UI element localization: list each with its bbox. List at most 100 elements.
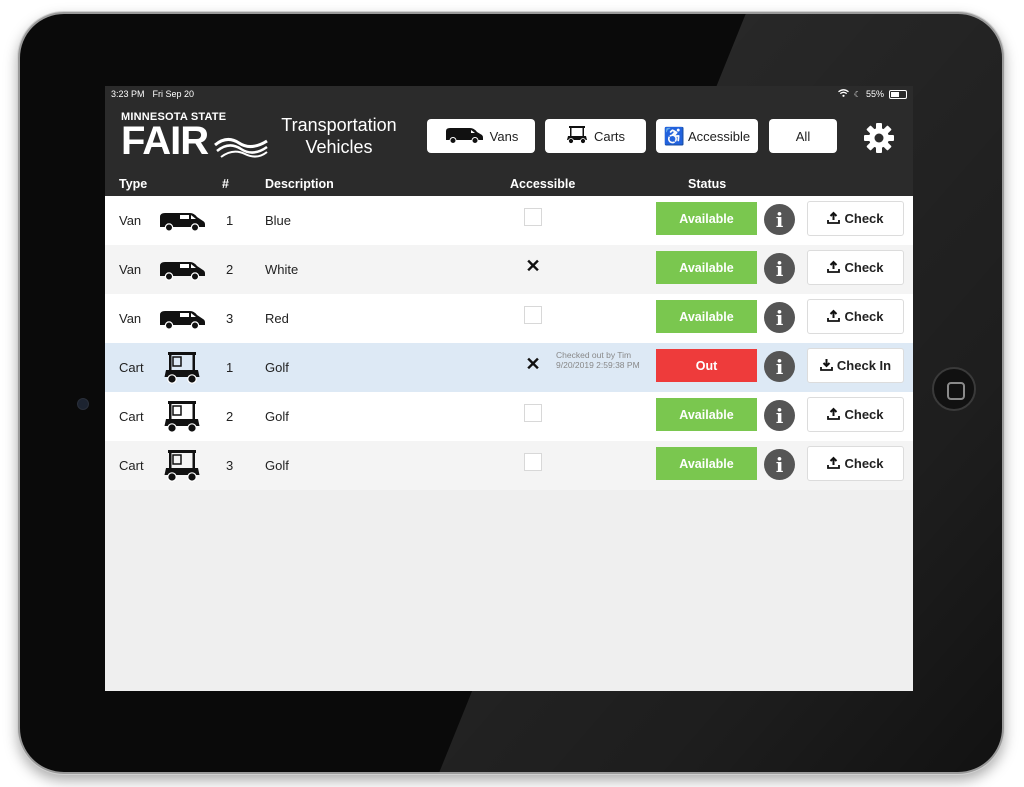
table-row[interactable]: Van 3 Red Available i Check	[105, 294, 913, 343]
status-badge[interactable]: Available	[656, 251, 757, 284]
filter-accessible-label: Accessible	[688, 128, 751, 144]
vehicle-number: 2	[226, 262, 234, 277]
vehicle-type: Cart	[119, 409, 144, 424]
check-out-button[interactable]: Check	[807, 397, 904, 432]
status-badge[interactable]: Available	[656, 202, 757, 235]
van-icon	[444, 126, 484, 147]
vehicle-description: Golf	[265, 360, 289, 375]
filter-vans-label: Vans	[489, 128, 519, 144]
wifi-icon	[837, 89, 849, 99]
logo-flag-swoosh	[214, 138, 268, 158]
van-icon	[158, 294, 206, 343]
upload-icon	[827, 211, 841, 227]
upload-icon	[827, 456, 841, 472]
moon-icon: ☾	[853, 89, 861, 99]
table-row[interactable]: Cart 3 Golf Available i Check	[105, 441, 913, 490]
table-row[interactable]: Cart 2 Golf Available i Check	[105, 392, 913, 441]
vehicle-description: Blue	[265, 213, 292, 228]
action-label: Check	[844, 211, 884, 226]
status-bar: 3:23 PM Fri Sep 20 ☾ 55%	[105, 86, 913, 102]
action-label: Check In	[836, 358, 892, 373]
vehicle-description: White	[265, 262, 299, 277]
check-out-button[interactable]: Check	[807, 446, 904, 481]
golf-cart-icon	[163, 343, 201, 392]
table-row[interactable]: Van 2 White ✕ Available i Check	[105, 245, 913, 294]
accessible-checkbox[interactable]	[524, 453, 542, 471]
vehicle-description: Golf	[265, 458, 289, 473]
action-label: Check	[844, 309, 884, 324]
checkout-note: Checked out by Tim 9/20/2019 2:59:38 PM	[556, 350, 640, 370]
vehicle-type: Van	[119, 311, 142, 326]
filter-carts-button[interactable]: Carts	[545, 119, 646, 153]
golf-cart-icon	[163, 441, 201, 490]
upload-icon	[827, 309, 841, 325]
column-header-number: #	[222, 177, 229, 191]
filter-carts-label: Carts	[593, 128, 626, 144]
info-icon[interactable]: i	[764, 400, 795, 431]
status-badge[interactable]: Available	[656, 398, 757, 431]
logo-line2: FAIR	[121, 119, 209, 163]
gear-icon[interactable]	[863, 122, 895, 154]
action-label: Check	[844, 407, 884, 422]
filter-all-label: All	[795, 128, 811, 144]
vehicle-number: 3	[226, 458, 234, 473]
column-header-description: Description	[265, 177, 334, 191]
status-time: 3:23 PM	[111, 89, 145, 99]
filter-vans-button[interactable]: Vans	[427, 119, 535, 153]
battery-icon	[889, 89, 907, 99]
app-title: Transportation Vehicles	[281, 115, 397, 157]
column-header-status: Status	[688, 177, 727, 191]
status-date: Fri Sep 20	[152, 89, 195, 99]
accessible-checkbox[interactable]	[524, 208, 542, 226]
vehicle-type: Cart	[119, 360, 144, 375]
column-header-type: Type	[119, 177, 148, 191]
filter-all-button[interactable]: All	[769, 119, 837, 153]
action-label: Check	[844, 260, 884, 275]
status-badge[interactable]: Available	[656, 300, 757, 333]
check-in-button[interactable]: Check In	[807, 348, 904, 383]
van-icon	[158, 196, 206, 245]
check-out-button[interactable]: Check	[807, 250, 904, 285]
info-icon[interactable]: i	[764, 204, 795, 235]
vehicle-number: 3	[226, 311, 234, 326]
accessible-checkbox[interactable]	[524, 404, 542, 422]
info-icon[interactable]: i	[764, 253, 795, 284]
van-icon	[158, 245, 206, 294]
filter-accessible-button[interactable]: ♿ Accessible	[656, 119, 758, 153]
battery-percent: 55%	[865, 89, 884, 99]
vehicle-type: Van	[119, 262, 142, 277]
top-bar: 3:23 PM Fri Sep 20 ☾ 55% MINNESOTA STATE…	[105, 86, 913, 196]
table-row[interactable]: Cart 1 Golf ✕ Checked out by Tim 9/20/2019 …	[105, 343, 913, 392]
table-row[interactable]: Van 1 Blue Available i Check	[105, 196, 913, 245]
vehicle-number: 2	[226, 409, 234, 424]
check-out-button[interactable]: Check	[807, 299, 904, 334]
action-label: Check	[844, 456, 884, 471]
table-header: Type # Description Accessible Status	[105, 174, 913, 196]
accessible-checkbox[interactable]	[524, 306, 542, 324]
minnesota-state-fair-logo: MINNESOTA STATE FAIR	[121, 111, 271, 161]
download-icon	[820, 358, 833, 374]
front-camera	[77, 398, 89, 410]
wheelchair-icon: ♿	[663, 126, 686, 146]
vehicle-description: Red	[265, 311, 289, 326]
upload-icon	[827, 260, 841, 276]
upload-icon	[827, 407, 841, 423]
info-icon[interactable]: i	[764, 449, 795, 480]
vehicle-type: Van	[119, 213, 142, 228]
info-icon[interactable]: i	[764, 351, 795, 382]
status-badge[interactable]: Out	[656, 349, 757, 382]
accessible-checkbox[interactable]: ✕	[524, 257, 542, 275]
accessible-checkbox[interactable]: ✕	[524, 355, 542, 373]
home-button[interactable]	[932, 367, 976, 411]
status-badge[interactable]: Available	[656, 447, 757, 480]
vehicle-list: Van 1 Blue Available i Check Van 2 White ✕ Avail…	[105, 196, 913, 490]
check-out-button[interactable]: Check	[807, 201, 904, 236]
vehicle-number: 1	[226, 360, 234, 375]
golf-cart-icon	[163, 392, 201, 441]
info-icon[interactable]: i	[764, 302, 795, 333]
vehicle-description: Golf	[265, 409, 289, 424]
column-header-accessible: Accessible	[510, 177, 576, 191]
vehicle-type: Cart	[119, 458, 144, 473]
vehicle-number: 1	[226, 213, 234, 228]
golf-cart-icon	[566, 125, 588, 148]
